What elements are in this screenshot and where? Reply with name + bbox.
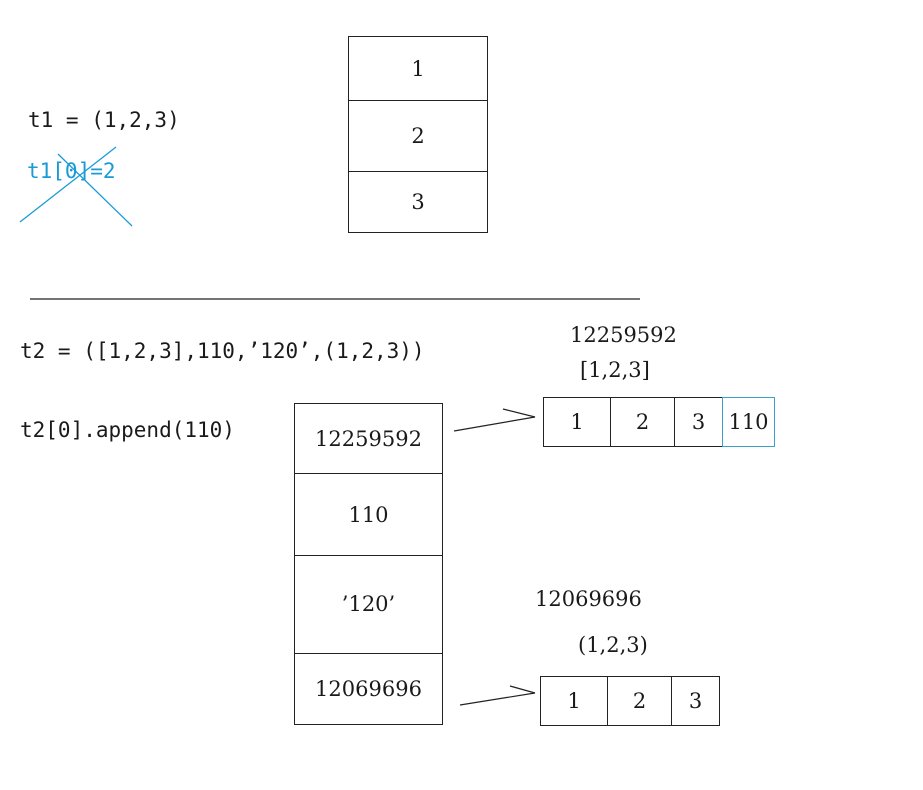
tuple-cell-1: 2: [608, 676, 672, 726]
t1-memory-cell-2: 3: [348, 171, 488, 233]
list-address-label: 12259592: [570, 323, 677, 347]
list-cell-2: 3: [675, 397, 723, 447]
list-value-label: [1,2,3]: [580, 358, 650, 382]
list-cell-1: 2: [611, 397, 675, 447]
list-cell-0: 1: [543, 397, 611, 447]
arrow-to-list: [453, 408, 536, 432]
code-append: t2[0].append(110): [20, 418, 235, 442]
t2-memory-cell-0: 12259592: [294, 403, 443, 474]
tuple-cell-2: 3: [672, 676, 720, 726]
t2-memory-cell-3: 12069696: [294, 653, 443, 725]
code-t2-definition: t2 = ([1,2,3],110,’120’,(1,2,3)): [20, 339, 425, 363]
t2-memory-cell-2: ’120’: [294, 555, 443, 654]
t2-memory-cell-1: 110: [294, 474, 443, 556]
t1-memory-cell-1: 2: [348, 101, 488, 172]
tuple-address-label: 12069696: [535, 587, 642, 611]
code-t1-assignment-struck: t1[0]=2: [27, 159, 116, 183]
list-cell-appended: 110: [722, 397, 775, 447]
t1-memory-cell-0: 1: [348, 36, 488, 101]
arrow-to-tuple: [459, 685, 536, 706]
tuple-value-label: (1,2,3): [578, 633, 648, 657]
code-t1-definition: t1 = (1,2,3): [28, 108, 180, 132]
tuple-cell-0: 1: [540, 676, 608, 726]
